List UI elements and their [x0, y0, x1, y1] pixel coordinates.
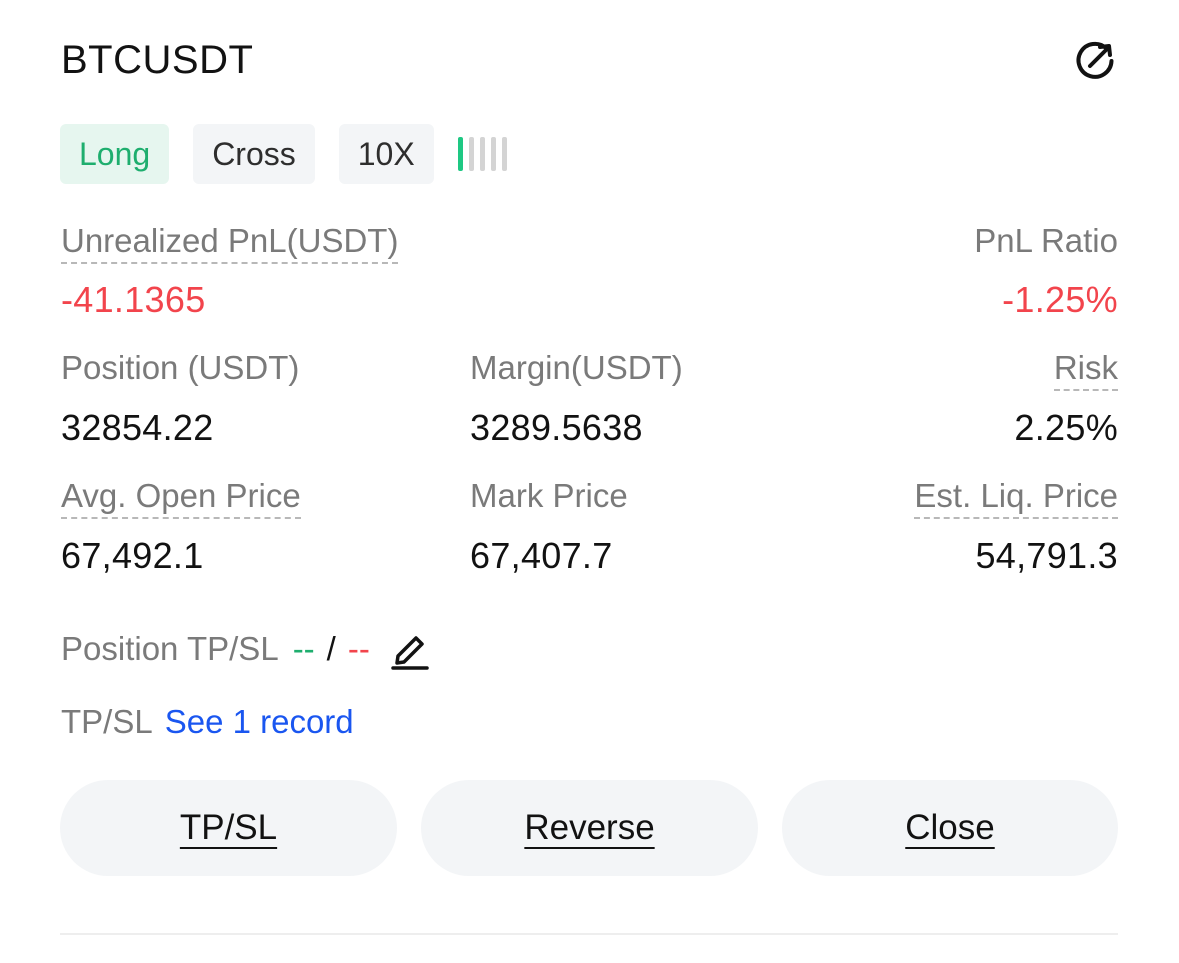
est-liq-price-value: 54,791.3 — [975, 535, 1118, 576]
avg-open-price-value: 67,492.1 — [61, 535, 204, 576]
risk-bar — [468, 137, 474, 171]
margin-mode-badge: Cross — [193, 124, 315, 184]
risk-bar — [457, 137, 463, 171]
stop-loss-value: -- — [347, 630, 370, 667]
margin-label: Margin(USDT) — [470, 349, 683, 386]
leverage-badge: 10X — [338, 124, 434, 184]
take-profit-value: -- — [292, 630, 315, 667]
symbol-title: BTCUSDT — [61, 38, 254, 82]
avg-open-price-label[interactable]: Avg. Open Price — [61, 477, 301, 519]
divider — [60, 933, 1118, 935]
close-button[interactable]: Close — [782, 780, 1118, 876]
position-tpsl-row: Position TP/SL -- / -- — [61, 628, 430, 670]
pnl-ratio-value: -1.25% — [1002, 279, 1118, 320]
edit-pencil-icon[interactable] — [390, 628, 430, 670]
tpsl-records-row: TP/SL See 1 record — [61, 703, 354, 741]
pnl-ratio-label: PnL Ratio — [974, 222, 1118, 259]
risk-bar — [479, 137, 485, 171]
position-label: Position (USDT) — [61, 349, 300, 386]
share-icon[interactable] — [1072, 38, 1118, 84]
risk-bar — [501, 137, 507, 171]
mark-price-value: 67,407.7 — [470, 535, 613, 576]
mark-price-label: Mark Price — [470, 477, 628, 514]
see-records-link[interactable]: See 1 record — [165, 703, 354, 740]
margin-value: 3289.5638 — [470, 407, 643, 448]
unrealized-pnl-label[interactable]: Unrealized PnL(USDT) — [61, 222, 399, 264]
unrealized-pnl-value: -41.1365 — [61, 279, 206, 320]
risk-label[interactable]: Risk — [1053, 349, 1118, 391]
risk-level-indicator — [457, 124, 507, 184]
risk-value: 2.25% — [1014, 407, 1118, 448]
tpsl-separator: / — [326, 630, 336, 667]
risk-bar — [490, 137, 496, 171]
side-badge: Long — [60, 124, 170, 184]
position-value: 32854.22 — [61, 407, 214, 448]
tpsl-button[interactable]: TP/SL — [60, 780, 397, 876]
position-tpsl-label: Position TP/SL — [61, 630, 279, 667]
est-liq-price-label[interactable]: Est. Liq. Price — [914, 477, 1118, 519]
position-tags: Long Cross 10X — [60, 124, 507, 184]
tpsl-records-label: TP/SL — [61, 703, 153, 740]
reverse-button[interactable]: Reverse — [421, 780, 758, 876]
